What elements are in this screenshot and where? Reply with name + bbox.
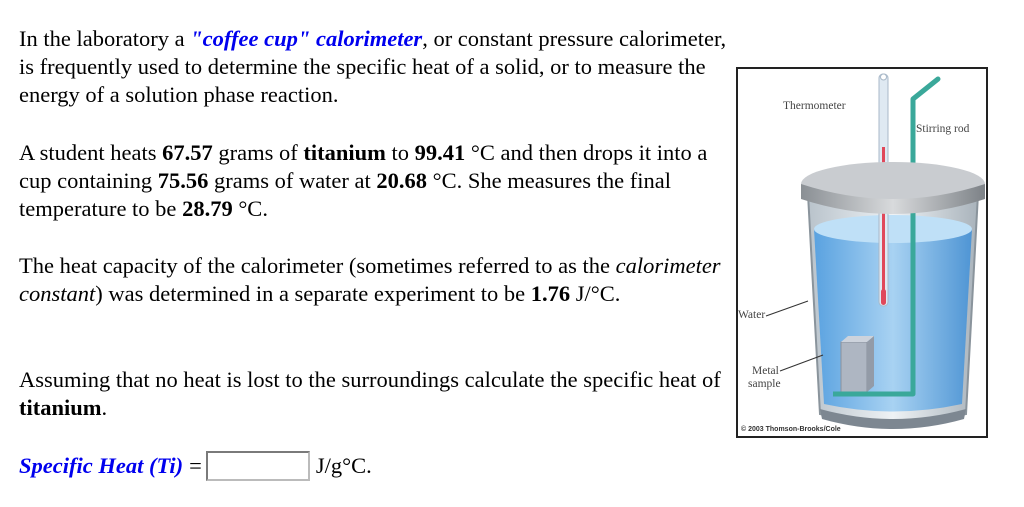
thermometer-label: Thermometer [783, 100, 846, 112]
stirring-rod-label: Stirring rod [916, 123, 970, 135]
water-mass: 75.56 [157, 168, 209, 193]
coffee-cup-calorimeter-term: "coffee cup" calorimeter [190, 26, 423, 51]
calorimeter-constant-value: 1.76 [530, 281, 571, 306]
answer-label: Specific Heat (Ti) [19, 453, 184, 478]
answer-unit: J/g°C. [315, 453, 372, 478]
metal-sample [840, 341, 868, 393]
calorimeter-constant-unit: J/°C. [570, 281, 621, 306]
calorimeter-paragraph: The heat capacity of the calorimeter (so… [19, 252, 731, 308]
intro-text: In the laboratory a [19, 26, 191, 51]
calorimeter-diagram: Thermometer Stirring rod Water Metal sam… [736, 67, 988, 438]
water-label: Water [738, 309, 766, 321]
text: Assuming that no heat is lost to the sur… [19, 367, 721, 392]
final-temp: 28.79 [182, 196, 233, 221]
equals-sign: = [189, 453, 202, 478]
copyright-credit: © 2003 Thomson-Brooks/Cole [741, 426, 841, 433]
question-metal: titanium [19, 395, 102, 420]
specific-heat-input[interactable] [205, 451, 310, 481]
metal-sample-label-1: Metal [752, 365, 779, 377]
water [814, 229, 972, 412]
text: The heat capacity of the calorimeter (so… [19, 253, 616, 278]
text: ) was determined in a separate experimen… [95, 281, 531, 306]
metal-name: titanium [303, 140, 386, 165]
text: . [101, 395, 108, 420]
metal-mass: 67.57 [162, 140, 213, 165]
metal-sample-label-2: sample [748, 378, 781, 390]
text: grams of water at [208, 168, 377, 193]
water-surface [814, 215, 972, 243]
text: °C. [232, 196, 268, 221]
metal-temp: 99.41 [414, 140, 466, 165]
text: A student heats [19, 140, 163, 165]
experiment-paragraph: A student heats 67.57 grams of titanium … [19, 139, 731, 223]
text: to [385, 140, 415, 165]
text: grams of [212, 140, 304, 165]
water-temp: 20.68 [376, 168, 428, 193]
answer-row: Specific Heat (Ti) = J/g°C. [19, 450, 372, 482]
question-paragraph: Assuming that no heat is lost to the sur… [19, 366, 731, 422]
intro-paragraph: In the laboratory a "coffee cup" calorim… [19, 25, 731, 109]
